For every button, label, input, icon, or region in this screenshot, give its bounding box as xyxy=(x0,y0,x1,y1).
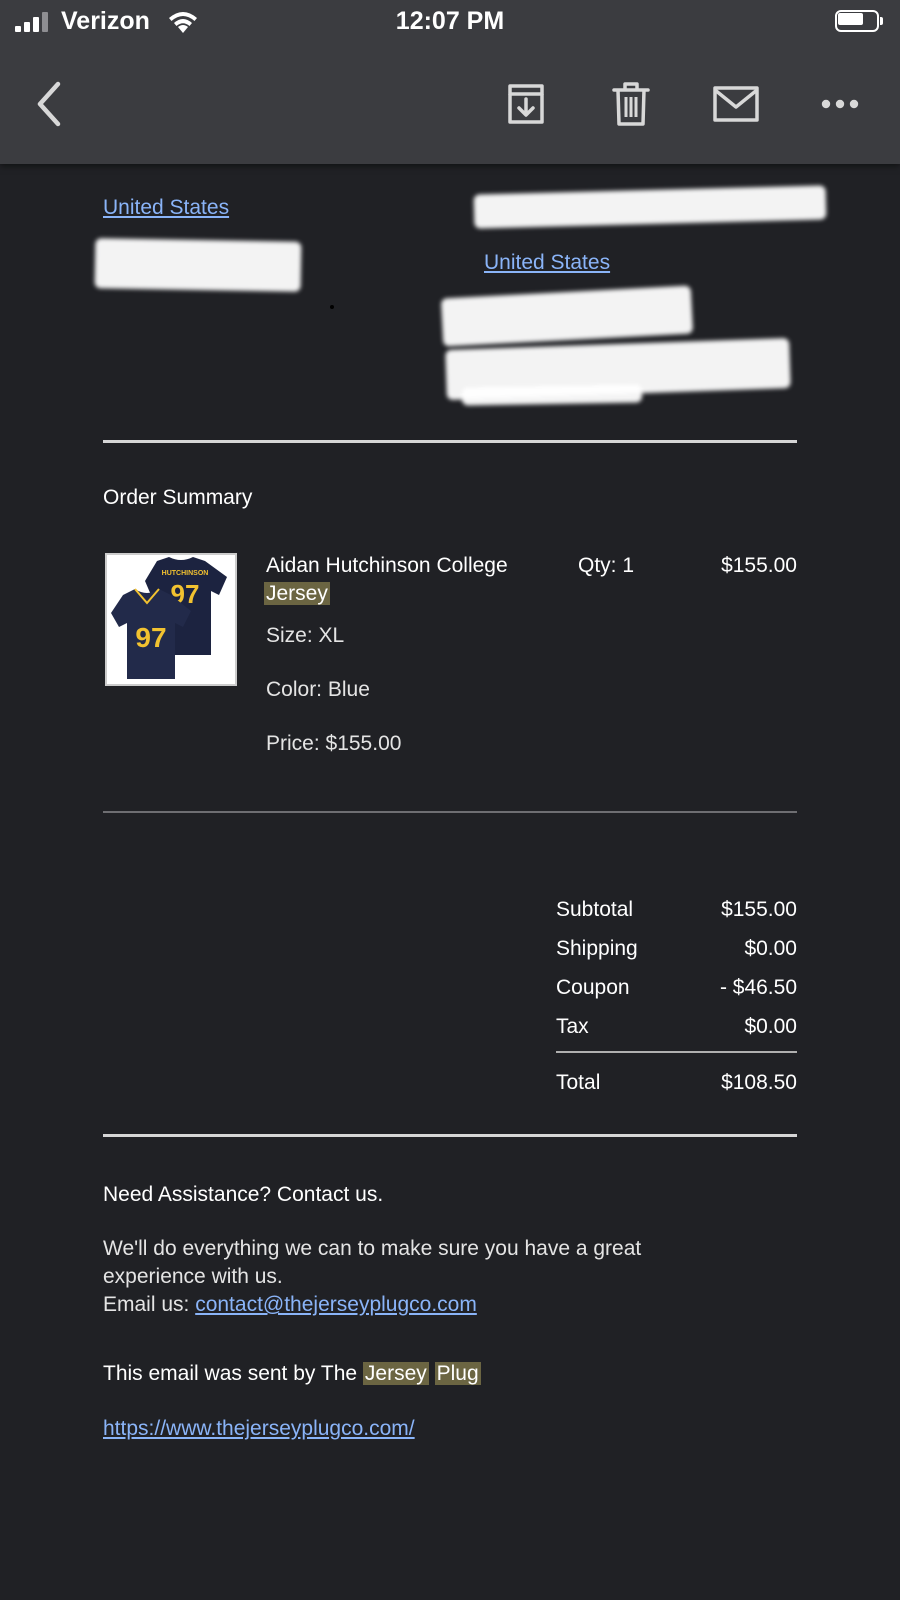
email-content: United States United States Order Summar… xyxy=(0,0,900,1600)
address-country-right-link[interactable]: United States xyxy=(484,251,610,275)
assistance-body-line2: experience with us. xyxy=(103,1265,283,1288)
product-image[interactable]: HUTCHINSON 97 97 xyxy=(105,553,237,686)
sent-by-highlight-plug: Plug xyxy=(434,1362,481,1385)
product-size: Size: XL xyxy=(266,624,345,647)
battery-level-fill xyxy=(838,13,863,25)
archive-button[interactable] xyxy=(498,76,554,132)
status-bar: Verizon 12:07 PM xyxy=(0,0,900,46)
redacted-address-right-4 xyxy=(461,384,643,406)
back-button[interactable] xyxy=(22,76,78,132)
subtotal-label: Subtotal xyxy=(556,898,634,921)
shipping-value: $0.00 xyxy=(744,937,797,960)
divider-totals xyxy=(556,1051,797,1053)
stray-dot xyxy=(330,305,334,309)
divider-top xyxy=(103,440,797,443)
assistance-heading: Need Assistance? Contact us. xyxy=(103,1183,384,1206)
jersey-image: HUTCHINSON 97 97 xyxy=(111,557,227,679)
product-name-highlight: Jersey xyxy=(264,582,330,605)
order-summary-heading: Order Summary xyxy=(103,486,253,509)
product-name-line2: Jersey xyxy=(264,582,330,606)
website-link[interactable]: https://www.thejerseyplugco.com/ xyxy=(103,1417,415,1441)
total-label: Total xyxy=(556,1071,601,1094)
delete-button[interactable] xyxy=(603,76,659,132)
sent-by-highlight-jersey: Jersey xyxy=(362,1362,429,1385)
more-icon xyxy=(821,99,859,109)
product-qty: Qty: 1 xyxy=(578,554,635,577)
address-country-left-link[interactable]: United States xyxy=(103,196,229,220)
status-time: 12:07 PM xyxy=(395,7,505,35)
redacted-address-right-2 xyxy=(440,285,694,347)
email-us-label: Email us: xyxy=(103,1293,196,1316)
shipping-label: Shipping xyxy=(556,937,638,960)
sent-by-text: This email was sent by The xyxy=(103,1362,363,1385)
product-price: Price: $155.00 xyxy=(266,732,402,755)
subtotal-value: $155.00 xyxy=(721,898,797,921)
divider-bottom xyxy=(103,1134,797,1137)
redacted-address-right-1 xyxy=(473,185,827,229)
product-line-price: $155.00 xyxy=(721,554,797,577)
contact-email-link[interactable]: contact@thejerseyplugco.com xyxy=(195,1293,477,1316)
assistance-body-line1: We'll do everything we can to make sure … xyxy=(103,1237,642,1260)
mail-icon xyxy=(713,86,759,122)
tax-label: Tax xyxy=(556,1015,589,1038)
redacted-address-left xyxy=(94,238,302,292)
sent-by-line: This email was sent by The Jersey Plug xyxy=(103,1362,481,1386)
back-arrow-icon xyxy=(37,81,61,127)
svg-text:HUTCHINSON: HUTCHINSON xyxy=(162,570,209,577)
svg-text:97: 97 xyxy=(135,622,166,653)
email-us-line: Email us: contact@thejerseyplugco.com xyxy=(103,1293,477,1317)
more-options-button[interactable] xyxy=(812,76,868,132)
mark-unread-button[interactable] xyxy=(708,76,764,132)
coupon-value: - $46.50 xyxy=(719,976,797,999)
top-bar: Verizon 12:07 PM xyxy=(0,0,900,164)
battery-icon xyxy=(835,10,885,34)
tax-value: $0.00 xyxy=(744,1015,797,1038)
archive-icon xyxy=(508,84,544,124)
product-color: Color: Blue xyxy=(266,678,370,701)
divider-items xyxy=(103,811,797,813)
product-name-line1: Aidan Hutchinson College xyxy=(266,554,508,577)
coupon-label: Coupon xyxy=(556,976,630,999)
total-value: $108.50 xyxy=(721,1071,797,1094)
trash-icon xyxy=(612,82,650,126)
